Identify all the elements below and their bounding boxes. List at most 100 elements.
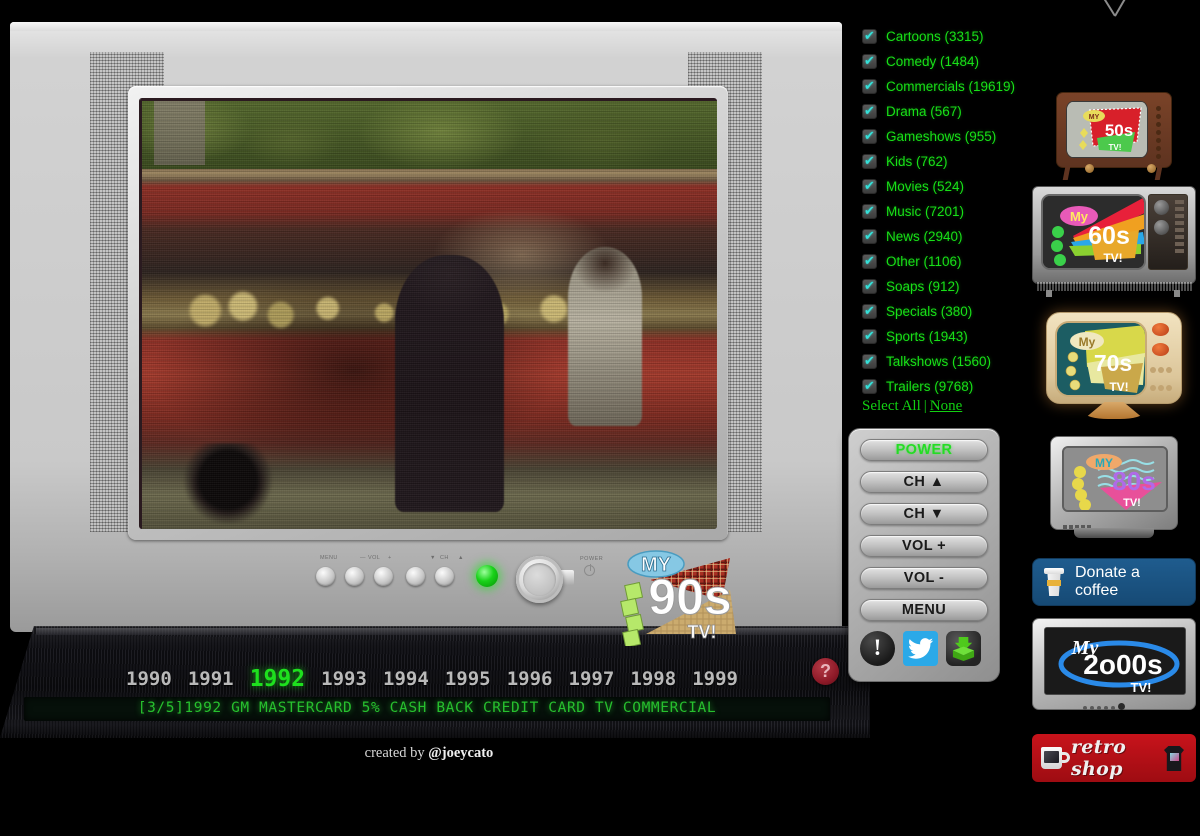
checkbox-drama[interactable] [862, 103, 877, 119]
select-all-link[interactable]: Select All [862, 398, 921, 414]
tv-button-vol-up[interactable] [374, 567, 393, 586]
vol-label: VOL [368, 555, 381, 561]
category-row-sports[interactable]: Sports (1943) [862, 324, 1034, 349]
tv-power-knob[interactable] [516, 556, 563, 603]
category-row-kids[interactable]: Kids (762) [862, 149, 1034, 174]
twitter-icon[interactable] [903, 631, 938, 666]
checkbox-music[interactable] [862, 203, 877, 219]
category-row-cartoons[interactable]: Cartoons (3315) [862, 24, 1034, 49]
year-option-1998[interactable]: 1998 [630, 668, 676, 690]
now-playing-text: [3/5]1992 GM MASTERCARD 5% CASH BACK CRE… [137, 700, 717, 716]
credit-handle[interactable]: @joeycato [428, 745, 493, 761]
checkbox-news[interactable] [862, 228, 877, 244]
category-row-music[interactable]: Music (7201) [862, 199, 1034, 224]
tv-top-lip [10, 22, 842, 31]
checkbox-comedy[interactable] [862, 53, 877, 69]
tv2000-buttons [1083, 697, 1149, 710]
remote-button-stack: POWER CH ▲ CH ▼ VOL + VOL - MENU [860, 439, 988, 621]
app-root: MENU VOL — + CH ▼ ▲ POWER MY 90s TV! 199… [0, 0, 1200, 836]
donate-a-coffee-button[interactable]: Donate a coffee [1032, 558, 1196, 606]
ch-label: CH [440, 555, 449, 561]
tv-button-menu[interactable] [316, 567, 335, 586]
checkbox-specials[interactable] [862, 303, 877, 319]
sidebar-item-my-50s-tv[interactable]: MY 50s TV! [1032, 0, 1196, 180]
tv-button-ch-down[interactable] [406, 567, 425, 586]
category-label-kids: Kids (762) [886, 154, 948, 169]
tv60-base [1036, 282, 1192, 291]
remote-button-menu[interactable]: MENU [860, 599, 988, 621]
svg-text:MY: MY [1095, 456, 1113, 470]
checkbox-gameshows[interactable] [862, 128, 877, 144]
archive-icon[interactable] [946, 631, 981, 666]
remote-icon-row: ! [860, 631, 988, 666]
sidebar-item-my-80s-tv[interactable]: MY 80s TV! [1032, 436, 1196, 544]
svg-text:50s: 50s [1105, 121, 1133, 140]
tv80-screen: MY 80s TV! [1062, 446, 1168, 512]
category-row-commercials[interactable]: Commercials (19619) [862, 74, 1034, 99]
checkbox-other[interactable] [862, 253, 877, 269]
category-row-movies[interactable]: Movies (524) [862, 174, 1034, 199]
remote-button-channel-up[interactable]: CH ▲ [860, 471, 988, 493]
year-option-1994[interactable]: 1994 [383, 668, 429, 690]
tv-button-vol-down[interactable] [345, 567, 364, 586]
sidebar-item-my-70s-tv[interactable]: My 70s TV! [1032, 312, 1196, 424]
checkbox-trailers[interactable] [862, 378, 877, 394]
category-filter-list[interactable]: Cartoons (3315) Comedy (1484) Commercials … [862, 24, 1034, 399]
remote-button-channel-down[interactable]: CH ▼ [860, 503, 988, 525]
category-row-other[interactable]: Other (1106) [862, 249, 1034, 274]
video-screen[interactable] [139, 98, 717, 529]
category-row-news[interactable]: News (2940) [862, 224, 1034, 249]
year-option-1997[interactable]: 1997 [569, 668, 615, 690]
year-option-1992[interactable]: 1992 [250, 666, 305, 692]
tv60-screen: My 60s TV! [1041, 194, 1146, 270]
my-90s-tv-logo: MY 90s TV! [620, 550, 736, 646]
category-row-talkshows[interactable]: Talkshows (1560) [862, 349, 1034, 374]
remote-button-volume-up[interactable]: VOL + [860, 535, 988, 557]
select-separator: | [923, 398, 927, 414]
remote-button-volume-down[interactable]: VOL - [860, 567, 988, 589]
retro-shop-button[interactable]: retro shop [1032, 734, 1196, 782]
year-option-1991[interactable]: 1991 [188, 668, 234, 690]
year-option-1999[interactable]: 1999 [692, 668, 738, 690]
year-selector[interactable]: 1990 1991 1992 1993 1994 1995 1996 1997 1998 1999 [126, 666, 738, 692]
power-led-indicator [476, 565, 498, 587]
tv50-side-controls [1152, 103, 1165, 159]
credit-line: created by @joeycato [0, 745, 858, 762]
category-row-comedy[interactable]: Comedy (1484) [862, 49, 1034, 74]
category-row-soaps[interactable]: Soaps (912) [862, 274, 1034, 299]
select-none-link[interactable]: None [930, 398, 963, 414]
checkbox-movies[interactable] [862, 178, 877, 194]
remote-button-power[interactable]: POWER [860, 439, 988, 461]
category-row-gameshows[interactable]: Gameshows (955) [862, 124, 1034, 149]
checkbox-commercials[interactable] [862, 78, 877, 94]
year-option-1995[interactable]: 1995 [445, 668, 491, 690]
sidebar-item-my-2000s-tv[interactable]: My 2o00s TV! [1032, 618, 1196, 722]
year-option-1996[interactable]: 1996 [507, 668, 553, 690]
info-icon[interactable]: ! [860, 631, 895, 666]
my-2000s-tv-logo: My 2o00s TV! [1045, 628, 1185, 694]
category-row-drama[interactable]: Drama (567) [862, 99, 1034, 124]
category-row-specials[interactable]: Specials (380) [862, 299, 1034, 324]
category-label-trailers: Trailers (9768) [886, 379, 974, 394]
video-person-primary [395, 255, 505, 512]
checkbox-talkshows[interactable] [862, 353, 877, 369]
checkbox-soaps[interactable] [862, 278, 877, 294]
svg-text:80s: 80s [1112, 466, 1155, 496]
checkbox-cartoons[interactable] [862, 28, 877, 44]
credit-prefix: created by [364, 745, 429, 761]
checkbox-kids[interactable] [862, 153, 877, 169]
tv50-cabinet: MY 50s TV! [1056, 92, 1172, 173]
television-set: MENU VOL — + CH ▼ ▲ POWER MY 90s TV! [10, 22, 842, 646]
mug-icon [1041, 745, 1071, 771]
sidebar-item-my-60s-tv[interactable]: My 60s TV! [1032, 186, 1196, 302]
video-frame [142, 101, 717, 529]
category-label-movies: Movies (524) [886, 179, 965, 194]
year-option-1990[interactable]: 1990 [126, 668, 172, 690]
help-button[interactable]: ? [812, 658, 839, 685]
checkbox-sports[interactable] [862, 328, 877, 344]
year-option-1993[interactable]: 1993 [321, 668, 367, 690]
tv-button-ch-up[interactable] [435, 567, 454, 586]
category-label-gameshows: Gameshows (955) [886, 129, 997, 144]
tshirt-icon [1161, 743, 1187, 773]
category-row-trailers[interactable]: Trailers (9768) [862, 374, 1034, 399]
